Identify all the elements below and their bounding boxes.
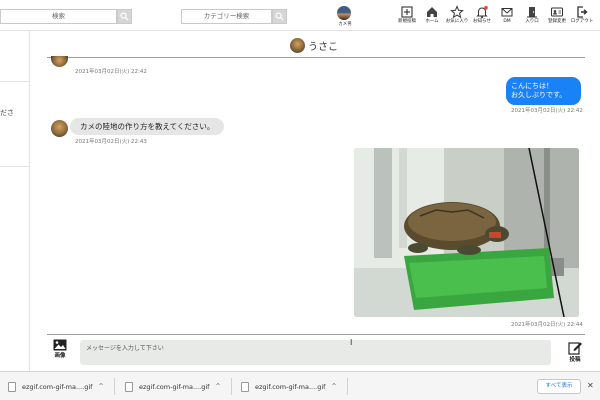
close-icon[interactable]: ✕ <box>587 381 594 390</box>
nav-edit-registration[interactable]: 登録変更 <box>544 5 570 31</box>
divider <box>47 334 585 335</box>
attach-image-label: 画像 <box>54 353 66 359</box>
category-search-input[interactable]: カテゴリー検索 <box>181 9 272 24</box>
turtle-photo <box>354 148 579 317</box>
show-all-downloads-button[interactable]: すべて表示 <box>537 379 581 394</box>
plus-square-icon <box>401 6 413 18</box>
download-filename: ezgif.com-gif-ma....gif <box>22 382 93 391</box>
nav-logout[interactable]: ログアウト <box>569 5 595 31</box>
message-image-turtle[interactable] <box>354 148 579 317</box>
search-button[interactable] <box>117 9 132 24</box>
divider <box>0 166 29 167</box>
gif-file-icon <box>8 381 16 392</box>
message-timestamp: 2021年03月02日(火) 22:42 <box>511 108 583 114</box>
nav-dm[interactable]: DM <box>494 5 520 31</box>
message-line: お久しぶりです。 <box>511 91 567 99</box>
download-item[interactable]: ezgif.com-gif-ma....gif ^ <box>241 378 337 395</box>
download-item[interactable]: ezgif.com-gif-ma....gif ^ <box>8 378 104 395</box>
their-message-bubble: カメの陸地の作り方を教えてください。 <box>70 118 225 135</box>
download-filename: ezgif.com-gif-ma....gif <box>139 382 210 391</box>
divider <box>231 378 232 395</box>
chevron-up-icon[interactable]: ^ <box>98 383 103 390</box>
nav-label: 登録変更 <box>548 19 566 24</box>
edit-pencil-icon <box>567 342 582 355</box>
nav-label: DM <box>503 19 511 24</box>
chat-partner-header: うさこ <box>290 36 338 54</box>
search-input[interactable]: 検索 <box>0 9 117 24</box>
avatar[interactable] <box>51 56 68 67</box>
logout-icon <box>577 6 588 18</box>
message-timestamp: 2021年03月02日(火) 22:42 <box>75 69 147 75</box>
notification-dot <box>484 6 488 10</box>
download-item[interactable]: ezgif.com-gif-ma....gif ^ <box>125 378 221 395</box>
bell-icon <box>476 6 488 19</box>
nav-label: お知らせ <box>473 19 491 24</box>
text-cursor-icon: I <box>350 338 353 347</box>
chevron-up-icon[interactable]: ^ <box>331 383 336 390</box>
message-timestamp: 2021年03月02日(火) 22:44 <box>511 322 583 328</box>
nav-notifications[interactable]: お知らせ <box>469 5 495 31</box>
chevron-up-icon[interactable]: ^ <box>215 383 220 390</box>
avatar[interactable] <box>51 120 68 137</box>
door-icon <box>527 7 537 18</box>
page: { "header": { "search_placeholder": "検索"… <box>0 0 600 400</box>
nav-label: 新規投稿 <box>398 19 416 24</box>
download-bar: ezgif.com-gif-ma....gif ^ ezgif.com-gif-… <box>0 371 600 400</box>
home-icon <box>427 7 437 17</box>
post-label: 投稿 <box>569 357 581 363</box>
message-line: こんにちは！ <box>511 82 553 90</box>
star-icon <box>450 5 464 19</box>
nav-favorites[interactable]: お気に入り <box>444 5 470 31</box>
message-timestamp: 2021年03月02日(火) 22:43 <box>75 139 147 145</box>
category-search-button[interactable] <box>272 9 287 24</box>
divider <box>114 378 115 395</box>
divider <box>347 378 348 395</box>
logo-label: カメ男 <box>338 22 352 27</box>
gif-file-icon <box>125 381 133 392</box>
my-message-bubble: こんにちは！ お久しぶりです。 <box>506 77 581 105</box>
post-button[interactable]: 投稿 <box>565 340 585 366</box>
divider <box>47 57 585 58</box>
message-input[interactable]: メッセージを入力して下さい <box>80 340 551 365</box>
top-header: 検索 カテゴリー検索 カメ男 新規投稿 ホーム お気に入り お知らせ DM 入り… <box>0 0 600 31</box>
nav-new-post[interactable]: 新規投稿 <box>394 5 420 31</box>
download-filename: ezgif.com-gif-ma....gif <box>255 382 326 391</box>
divider <box>0 81 29 82</box>
image-icon <box>53 339 67 351</box>
site-logo[interactable] <box>337 6 351 20</box>
mail-icon <box>501 8 513 17</box>
nav-entrance[interactable]: 入り口 <box>519 5 545 31</box>
id-card-icon <box>551 7 563 17</box>
search-icon <box>275 12 284 21</box>
nav-label: ログアウト <box>570 19 594 24</box>
avatar[interactable] <box>290 37 305 53</box>
nav-label: ホーム <box>425 19 439 24</box>
search-icon <box>120 12 129 21</box>
nav-label: お気に入り <box>445 19 469 24</box>
nav-home[interactable]: ホーム <box>419 5 445 31</box>
gif-file-icon <box>241 381 249 392</box>
attach-image-button[interactable]: 画像 <box>50 339 70 363</box>
chat-partner-name: うさこ <box>308 41 338 53</box>
dm-list-item-text[interactable]: ださ <box>0 108 14 118</box>
dm-list-sidebar: ださ <box>0 31 30 371</box>
nav-label: 入り口 <box>525 19 539 24</box>
